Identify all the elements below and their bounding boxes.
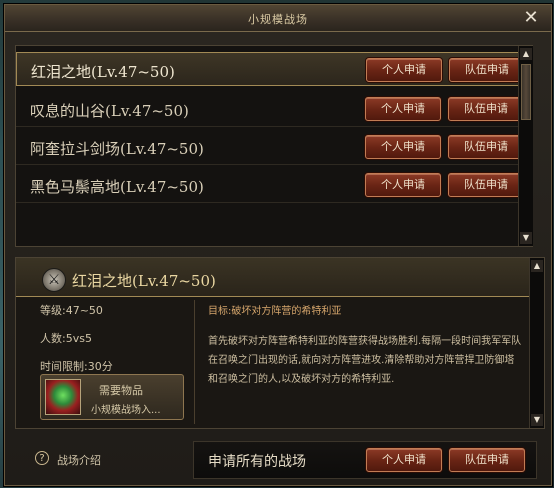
personal-apply-button[interactable]: 个人申请 xyxy=(365,173,441,197)
divider xyxy=(194,300,195,424)
list-scrollbar[interactable]: ▲ ▼ xyxy=(518,46,533,246)
battlefield-intro-link[interactable]: 战场介绍 xyxy=(57,452,101,468)
players-info: 人数:5vs5 xyxy=(40,332,92,345)
battlefield-row[interactable]: 阿奎拉斗剑场(Lv.47~50) 个人申请 队伍申请 xyxy=(16,130,526,165)
detail-scrollbar[interactable]: ▲ ▼ xyxy=(529,258,544,428)
apply-all-personal-button[interactable]: 个人申请 xyxy=(366,448,442,472)
reward-item-icon[interactable] xyxy=(45,379,81,415)
team-apply-button[interactable]: 队伍申请 xyxy=(448,97,524,121)
apply-all-bar: 申请所有的战场 个人申请 队伍申请 xyxy=(193,441,537,479)
battlefield-name: 叹息的山谷(Lv.47~50) xyxy=(30,102,189,120)
required-item-box[interactable]: 需要物品 小规模战场入... xyxy=(40,374,184,420)
battlefield-row[interactable]: 黑色马鬃高地(Lv.47~50) 个人申请 队伍申请 xyxy=(16,168,526,203)
battlefield-window: 小规模战场 ✕ 红泪之地(Lv.47~50) 个人申请 队伍申请 叹息的山谷(L… xyxy=(4,4,552,486)
description-text: 首先破坏对方阵营希特利亚的阵营获得战场胜利.每隔一段时间我军军队在召唤之门出现的… xyxy=(208,336,522,385)
scroll-up-icon[interactable]: ▲ xyxy=(531,260,543,272)
scroll-up-icon[interactable]: ▲ xyxy=(520,48,532,60)
battlefield-name: 黑色马鬃高地(Lv.47~50) xyxy=(30,178,204,196)
team-apply-button[interactable]: 队伍申请 xyxy=(448,173,524,197)
scroll-down-icon[interactable]: ▼ xyxy=(520,232,532,244)
required-item-title: 需要物品 xyxy=(99,384,143,397)
battlefield-name: 红泪之地(Lv.47~50) xyxy=(31,63,175,81)
detail-title: 红泪之地(Lv.47~50) xyxy=(72,272,216,290)
battlefield-name: 阿奎拉斗剑场(Lv.47~50) xyxy=(30,140,204,158)
battlefield-list: 红泪之地(Lv.47~50) 个人申请 队伍申请 叹息的山谷(Lv.47~50)… xyxy=(15,45,533,247)
help-icon[interactable]: ? xyxy=(35,451,49,465)
level-info: 等级:47~50 xyxy=(40,304,103,317)
team-apply-button[interactable]: 队伍申请 xyxy=(448,135,524,159)
title-bar: 小规模战场 ✕ xyxy=(5,5,551,32)
apply-all-team-button[interactable]: 队伍申请 xyxy=(449,448,525,472)
objective-text: 目标:破坏对方阵营的希特利亚 xyxy=(208,306,342,317)
time-limit-info: 时间限制:30分 xyxy=(40,360,113,373)
personal-apply-button[interactable]: 个人申请 xyxy=(365,97,441,121)
scroll-down-icon[interactable]: ▼ xyxy=(531,414,543,426)
scroll-thumb[interactable] xyxy=(521,64,531,120)
window-title: 小规模战场 xyxy=(248,13,308,26)
crossed-swords-icon: ⚔ xyxy=(42,268,66,292)
battlefield-detail: ⚔ 红泪之地(Lv.47~50) 等级:47~50 人数:5vs5 时间限制:3… xyxy=(15,257,545,429)
detail-header: ⚔ 红泪之地(Lv.47~50) xyxy=(16,258,530,297)
battlefield-row[interactable]: 叹息的山谷(Lv.47~50) 个人申请 队伍申请 xyxy=(16,92,526,127)
close-icon[interactable]: ✕ xyxy=(521,8,541,28)
apply-all-label: 申请所有的战场 xyxy=(208,454,306,470)
team-apply-button[interactable]: 队伍申请 xyxy=(449,58,525,82)
personal-apply-button[interactable]: 个人申请 xyxy=(366,58,442,82)
personal-apply-button[interactable]: 个人申请 xyxy=(365,135,441,159)
battlefield-row[interactable]: 红泪之地(Lv.47~50) 个人申请 队伍申请 xyxy=(16,52,526,86)
required-item-name: 小规模战场入... xyxy=(91,405,161,416)
